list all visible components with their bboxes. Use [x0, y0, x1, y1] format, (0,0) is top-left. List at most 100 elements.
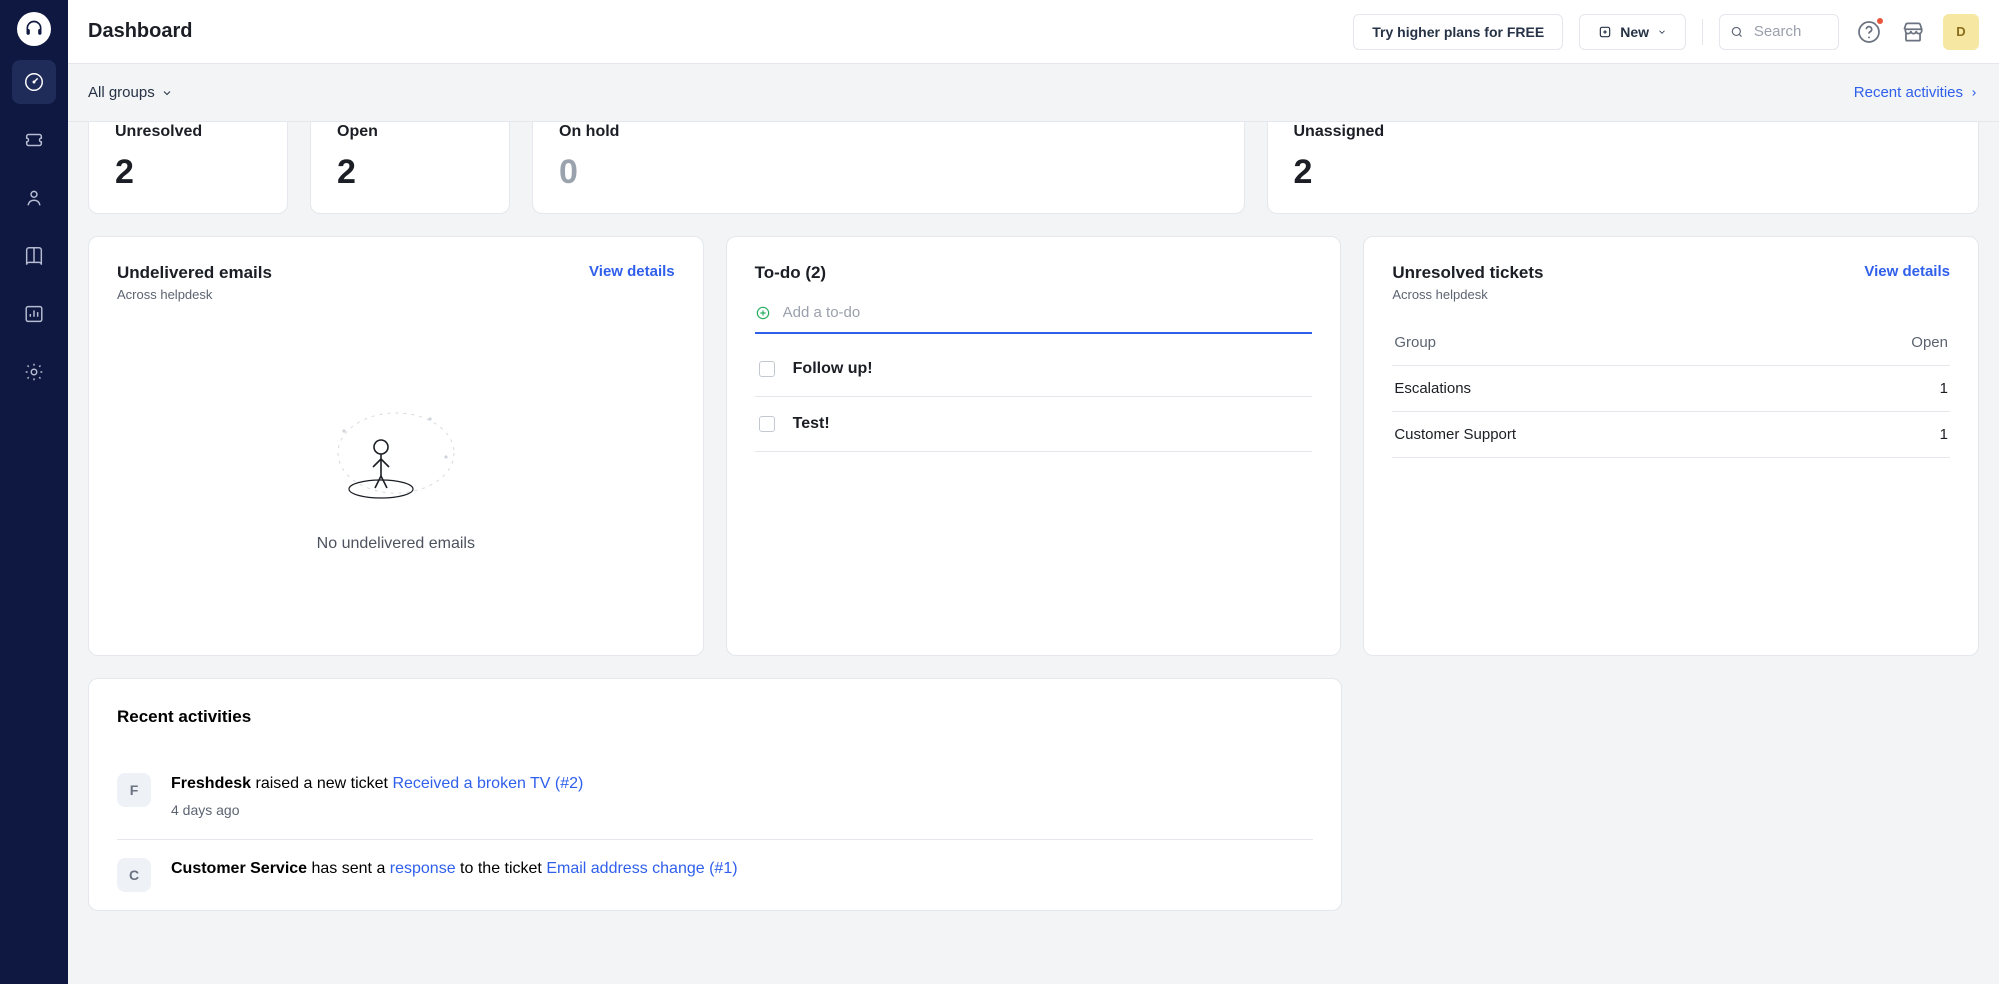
sidebar-rail	[0, 0, 68, 984]
nav-analytics[interactable]	[12, 292, 56, 336]
todo-checkbox[interactable]	[759, 416, 775, 432]
panel-head: Unresolved tickets Across helpdesk View …	[1392, 263, 1950, 302]
search-wrap[interactable]	[1719, 14, 1839, 50]
stat-card-on-hold[interactable]: On hold 0	[532, 122, 1245, 214]
activity-body: Customer Service has sent a response to …	[171, 858, 738, 892]
gauge-icon	[23, 71, 45, 93]
marketplace-icon	[1900, 19, 1926, 45]
cell-open: 1	[1940, 426, 1948, 443]
recent-activities-link[interactable]: Recent activities	[1854, 84, 1979, 101]
empty-state-text: No undelivered emails	[317, 535, 475, 553]
activity-verb: to the ticket	[456, 860, 547, 877]
col-group: Group	[1394, 334, 1436, 351]
search-input[interactable]	[1752, 22, 1828, 41]
table-row[interactable]: Customer Support 1	[1392, 412, 1950, 458]
nav-dashboard[interactable]	[12, 60, 56, 104]
plus-square-icon	[1598, 25, 1612, 39]
panel-unresolved-tickets: Unresolved tickets Across helpdesk View …	[1363, 236, 1979, 656]
activity-verb: raised a new ticket	[251, 775, 392, 792]
stat-card-unresolved[interactable]: Unresolved 2	[88, 122, 288, 214]
todo-input-row[interactable]	[755, 299, 1313, 334]
ticket-icon	[23, 129, 45, 151]
profile-avatar[interactable]: D	[1943, 14, 1979, 50]
actor-badge: C	[117, 858, 151, 892]
stat-label: Open	[337, 123, 483, 141]
cell-group: Customer Support	[1394, 426, 1516, 443]
panel-title: Recent activities	[117, 707, 1313, 727]
chevron-down-icon	[161, 87, 173, 99]
headset-icon	[24, 19, 44, 39]
actor-initial: C	[129, 867, 139, 883]
view-details-link[interactable]: View details	[1864, 263, 1950, 280]
cell-open: 1	[1940, 380, 1948, 397]
stat-value: 2	[115, 155, 261, 189]
avatar-initial: D	[1956, 24, 1965, 39]
bar-chart-icon	[23, 303, 45, 325]
stat-card-unassigned[interactable]: Unassigned 2	[1267, 122, 1980, 214]
try-plans-button[interactable]: Try higher plans for FREE	[1353, 14, 1563, 50]
panel-title: Unresolved tickets	[1392, 263, 1543, 283]
activity-link[interactable]: Email address change (#1)	[546, 860, 737, 877]
stats-row: Unresolved 2 Open 2 On hold 0 Unassigned…	[88, 122, 1979, 214]
topbar-divider	[1702, 19, 1703, 45]
chevron-right-icon	[1969, 88, 1979, 98]
gear-icon	[23, 361, 45, 383]
activity-row: C Customer Service has sent a response t…	[117, 840, 1313, 910]
todo-text: Test!	[793, 415, 830, 433]
actor-badge: F	[117, 773, 151, 807]
table-row[interactable]: Escalations 1	[1392, 366, 1950, 412]
page-title: Dashboard	[88, 20, 192, 43]
plus-circle-icon	[755, 305, 771, 321]
stat-value: 2	[337, 155, 483, 189]
app-logo[interactable]	[17, 12, 51, 46]
new-label: New	[1620, 24, 1649, 40]
nav-contacts[interactable]	[12, 176, 56, 220]
main-column: Dashboard Try higher plans for FREE New …	[68, 0, 1999, 984]
search-icon	[1730, 23, 1744, 41]
stat-label: Unresolved	[115, 123, 261, 141]
new-button[interactable]: New	[1579, 14, 1686, 50]
nav-solutions[interactable]	[12, 234, 56, 278]
stat-card-open[interactable]: Open 2	[310, 122, 510, 214]
marketplace-button[interactable]	[1899, 18, 1927, 46]
activity-mid-link[interactable]: response	[390, 860, 456, 877]
group-filter-label: All groups	[88, 84, 155, 101]
cell-group: Escalations	[1394, 380, 1471, 397]
filter-bar: All groups Recent activities	[68, 64, 1999, 122]
activity-row: F Freshdesk raised a new ticket Received…	[117, 755, 1313, 840]
activity-verb: has sent a	[307, 860, 390, 877]
activity-time: 4 days ago	[171, 801, 583, 821]
dashboard-content[interactable]: Unresolved 2 Open 2 On hold 0 Unassigned…	[68, 122, 1999, 984]
panel-recent-activities: Recent activities F Freshdesk raised a n…	[88, 678, 1342, 911]
table-header: Group Open	[1392, 320, 1950, 366]
todo-checkbox[interactable]	[759, 361, 775, 377]
panel-head: Undelivered emails Across helpdesk View …	[117, 263, 675, 302]
view-details-link[interactable]: View details	[589, 263, 675, 280]
panel-todo: To-do (2) Follow up! Test!	[726, 236, 1342, 656]
nav-tickets[interactable]	[12, 118, 56, 162]
recent-activities-link-label: Recent activities	[1854, 84, 1963, 101]
panel-title: Undelivered emails	[117, 263, 272, 283]
topbar: Dashboard Try higher plans for FREE New …	[68, 0, 1999, 64]
activity-body: Freshdesk raised a new ticket Received a…	[171, 773, 583, 821]
todo-input[interactable]	[781, 303, 1313, 322]
stat-value: 2	[1294, 155, 1953, 189]
nav-admin[interactable]	[12, 350, 56, 394]
help-button[interactable]	[1855, 18, 1883, 46]
activity-link[interactable]: Received a broken TV (#2)	[392, 775, 583, 792]
person-icon	[23, 187, 45, 209]
panel-title: To-do (2)	[755, 263, 1313, 283]
panels-row: Undelivered emails Across helpdesk View …	[88, 236, 1979, 656]
notification-dot	[1875, 16, 1885, 26]
panel-undelivered-emails: Undelivered emails Across helpdesk View …	[88, 236, 704, 656]
stat-label: On hold	[559, 123, 1218, 141]
col-open: Open	[1911, 334, 1948, 351]
group-filter[interactable]: All groups	[88, 84, 173, 101]
todo-item: Follow up!	[755, 342, 1313, 397]
panel-subtitle: Across helpdesk	[1392, 287, 1543, 302]
empty-state: No undelivered emails	[117, 320, 675, 629]
stat-value: 0	[559, 155, 1218, 189]
book-icon	[23, 245, 45, 267]
activity-actor: Customer Service	[171, 860, 307, 877]
panel-subtitle: Across helpdesk	[117, 287, 272, 302]
